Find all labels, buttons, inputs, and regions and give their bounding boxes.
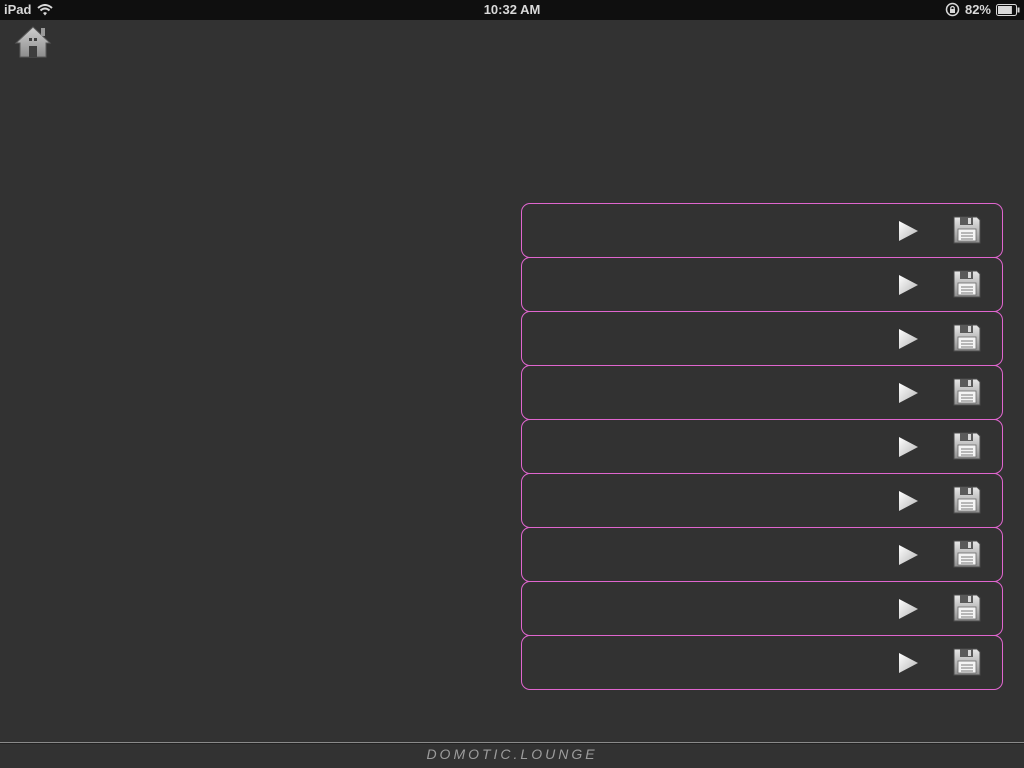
battery-percent: 82% (964, 2, 991, 17)
scene-slot[interactable] (521, 257, 1003, 312)
save-icon (953, 378, 981, 406)
play-icon (899, 221, 918, 241)
save-button[interactable] (952, 431, 982, 461)
play-button[interactable] (896, 543, 920, 567)
play-button[interactable] (896, 435, 920, 459)
save-button[interactable] (952, 593, 982, 623)
scene-slot[interactable] (521, 581, 1003, 636)
play-button[interactable] (896, 327, 920, 351)
scene-slot[interactable] (521, 473, 1003, 528)
play-icon (899, 275, 918, 295)
save-icon (953, 540, 981, 568)
scene-slot[interactable] (521, 203, 1003, 258)
scene-slot-list (521, 203, 1003, 690)
scene-slot[interactable] (521, 527, 1003, 582)
time-label: 10:32 AM (483, 2, 541, 17)
save-button[interactable] (952, 539, 982, 569)
scene-slot[interactable] (521, 311, 1003, 366)
save-icon (953, 324, 981, 352)
status-bar: iPad 10:32 AM 82% (0, 0, 1024, 20)
save-icon (953, 216, 981, 244)
play-icon (899, 329, 918, 349)
footer-brand: DOMOTIC.LOUNGE (426, 746, 598, 762)
save-button[interactable] (952, 215, 982, 245)
status-right: 82% (945, 2, 1020, 17)
save-button[interactable] (952, 269, 982, 299)
status-left: iPad (4, 2, 54, 17)
save-button[interactable] (952, 377, 982, 407)
carrier-label: iPad (4, 2, 32, 17)
footer-divider-shadow (0, 743, 1024, 744)
play-button[interactable] (896, 381, 920, 405)
play-button[interactable] (896, 273, 920, 297)
scene-slot[interactable] (521, 419, 1003, 474)
home-button[interactable] (14, 24, 52, 60)
save-icon (953, 432, 981, 460)
save-icon (953, 594, 981, 622)
save-icon (953, 486, 981, 514)
save-icon (953, 648, 981, 676)
wifi-icon (37, 3, 54, 15)
play-icon (899, 653, 918, 673)
save-button[interactable] (952, 647, 982, 677)
play-icon (899, 599, 918, 619)
battery-icon (996, 3, 1020, 16)
play-button[interactable] (896, 597, 920, 621)
play-button[interactable] (896, 489, 920, 513)
save-button[interactable] (952, 323, 982, 353)
play-button[interactable] (896, 219, 920, 243)
play-icon (899, 437, 918, 457)
play-icon (899, 383, 918, 403)
play-button[interactable] (896, 651, 920, 675)
save-icon (953, 270, 981, 298)
clock: 10:32 AM (0, 2, 1024, 17)
scene-slot[interactable] (521, 365, 1003, 420)
scene-slot[interactable] (521, 635, 1003, 690)
play-icon (899, 491, 918, 511)
save-button[interactable] (952, 485, 982, 515)
play-icon (899, 545, 918, 565)
home-icon (14, 26, 52, 58)
rotation-lock-icon (945, 2, 960, 17)
